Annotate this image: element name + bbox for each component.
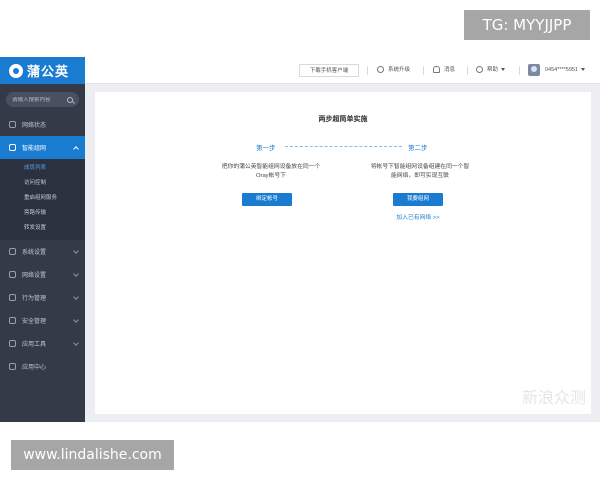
- upgrade-icon: [377, 66, 384, 74]
- setup-card: 两步超简单实施 第一步 第二步 把你的蒲公英智能组网设备放在同一个Oray帐号下…: [95, 92, 591, 414]
- step1-description: 把你的蒲公英智能组网设备放在同一个Oray帐号下: [221, 164, 321, 179]
- subitem-access-control[interactable]: 访问控制: [0, 176, 85, 191]
- header-divider: [367, 66, 368, 75]
- help-icon: [476, 66, 483, 74]
- subitem-member-list[interactable]: 成员列表: [0, 161, 85, 176]
- status-icon: [9, 121, 16, 128]
- help-menu[interactable]: 帮助: [476, 64, 506, 77]
- tools-icon: [9, 340, 16, 347]
- corner-watermark: 新浪众测: [522, 388, 587, 407]
- behavior-icon: [9, 294, 16, 301]
- sidebar-item-security[interactable]: 安全管理: [0, 309, 85, 332]
- create-network-button[interactable]: 我要组网: [393, 193, 443, 206]
- sidebar-item-label: 应用工具: [22, 342, 47, 348]
- url-watermark-tag: www.lindalishe.com: [11, 440, 174, 470]
- sidebar-item-smart-network[interactable]: 智能组网: [0, 136, 85, 159]
- brand-logo[interactable]: 蒲公英: [0, 57, 85, 84]
- apps-icon: [9, 363, 16, 370]
- step-connector-line: [285, 146, 402, 147]
- download-app-button[interactable]: 下载手机客户端: [299, 64, 359, 77]
- messages-label: 消息: [444, 67, 456, 73]
- sidebar-item-network-status[interactable]: 网络状态: [0, 113, 85, 136]
- sidebar-item-app-center[interactable]: 应用中心: [0, 355, 85, 378]
- chevron-down-icon: [73, 271, 79, 277]
- brand-name: 蒲公英: [27, 64, 70, 79]
- messages-button[interactable]: 消息: [433, 64, 455, 77]
- sidebar-item-label: 行为管理: [22, 296, 47, 302]
- account-label: 0454****5951: [545, 67, 579, 73]
- header-divider: [519, 66, 520, 75]
- subitem-bypass[interactable]: 旁路传输: [0, 206, 85, 221]
- chevron-down-icon: [73, 317, 79, 323]
- step2-description: 将帐号下智能组网设备组建在同一个智能网络，即可实现互联: [370, 164, 470, 179]
- subitem-restart-service[interactable]: 重启组网服务: [0, 191, 85, 206]
- globe-icon: [9, 271, 16, 278]
- settings-icon: [9, 248, 16, 255]
- help-label: 帮助: [487, 67, 499, 73]
- sidebar: 蒲公英 网络状态 智能组网 成员列表 访问控制 重启组网服务 旁路传输 转发设置…: [0, 57, 85, 422]
- bind-account-button[interactable]: 绑定帐号: [242, 193, 292, 206]
- sidebar-item-label: 安全管理: [22, 319, 47, 325]
- sidebar-item-label: 系统设置: [22, 250, 47, 256]
- header-divider: [467, 66, 468, 75]
- top-header: 下载手机客户端 系统升级 消息 帮助 0454****5951: [85, 57, 600, 84]
- router-admin-app: 蒲公英 网络状态 智能组网 成员列表 访问控制 重启组网服务 旁路传输 转发设置…: [0, 57, 600, 422]
- sidebar-item-label: 网络状态: [22, 123, 47, 129]
- network-icon: [9, 144, 16, 151]
- caret-down-icon: [581, 68, 586, 72]
- subitem-forwarding[interactable]: 转发设置: [0, 221, 85, 236]
- dandelion-logo-icon: [9, 63, 23, 78]
- sidebar-item-behavior[interactable]: 行为管理: [0, 286, 85, 309]
- step2-label: 第二步: [408, 145, 428, 152]
- sidebar-item-label: 应用中心: [22, 365, 47, 371]
- chevron-down-icon: [73, 340, 79, 346]
- upgrade-label: 系统升级: [388, 67, 411, 73]
- sidebar-item-network-settings[interactable]: 网络设置: [0, 263, 85, 286]
- avatar[interactable]: [528, 64, 540, 76]
- chevron-up-icon: [73, 146, 79, 152]
- sidebar-item-label: 智能组网: [22, 146, 47, 152]
- step1-label: 第一步: [256, 145, 276, 152]
- page-title: 两步超简单实施: [318, 116, 368, 123]
- search-input[interactable]: [12, 96, 64, 103]
- sidebar-item-system-settings[interactable]: 系统设置: [0, 240, 85, 263]
- join-existing-network-link[interactable]: 加入已有网络 >>: [385, 212, 451, 221]
- search-icon[interactable]: [67, 96, 73, 103]
- bell-icon: [433, 66, 440, 74]
- sidebar-item-label: 网络设置: [22, 273, 47, 279]
- account-menu[interactable]: 0454****5951: [545, 64, 586, 77]
- system-upgrade-button[interactable]: 系统升级: [377, 64, 410, 77]
- caret-down-icon: [501, 68, 506, 72]
- chevron-down-icon: [73, 294, 79, 300]
- sidebar-item-tools[interactable]: 应用工具: [0, 332, 85, 355]
- header-divider: [423, 66, 424, 75]
- chevron-down-icon: [73, 248, 79, 254]
- smart-network-submenu: 成员列表 访问控制 重启组网服务 旁路传输 转发设置: [0, 159, 85, 240]
- watermark-tag: TG: MYYJJPP: [464, 10, 590, 40]
- shield-icon: [9, 317, 16, 324]
- sidebar-search: [6, 92, 79, 107]
